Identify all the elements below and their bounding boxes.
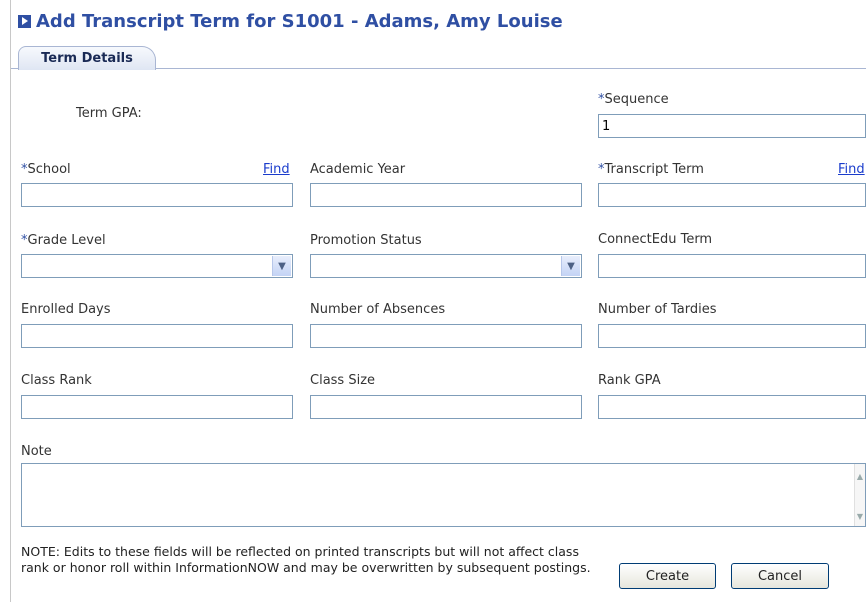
dialog-title: Add Transcript Term for S1001 - Adams, A…	[18, 8, 563, 34]
rank-gpa-input[interactable]	[598, 395, 866, 419]
school-label: *School	[21, 162, 71, 177]
transcript-term-find-link[interactable]: Find	[838, 162, 865, 177]
chevron-down-icon[interactable]: ▼	[561, 256, 580, 276]
school-find-link[interactable]: Find	[263, 162, 290, 177]
grade-level-label: *Grade Level	[21, 233, 106, 248]
create-button[interactable]: Create	[619, 563, 716, 589]
promotion-status-label: Promotion Status	[310, 233, 422, 248]
enrolled-days-input[interactable]	[21, 324, 293, 348]
note-scrollbar[interactable]: ▲ ▼	[854, 464, 865, 526]
connectedu-term-input[interactable]	[598, 254, 866, 278]
enrolled-days-label: Enrolled Days	[21, 302, 111, 317]
transcript-edit-note: NOTE: Edits to these fields will be refl…	[21, 544, 591, 575]
transcript-term-label: *Transcript Term	[598, 162, 704, 177]
grade-level-select[interactable]: ▼	[21, 254, 293, 278]
chevron-down-icon[interactable]: ▼	[272, 256, 291, 276]
window-left-border	[10, 0, 11, 602]
school-input[interactable]	[21, 183, 293, 207]
connectedu-term-label: ConnectEdu Term	[598, 232, 713, 247]
class-rank-input[interactable]	[21, 395, 293, 419]
scroll-up-icon[interactable]: ▲	[855, 470, 865, 482]
class-rank-label: Class Rank	[21, 373, 92, 388]
academic-year-label: Academic Year	[310, 162, 406, 177]
note-label: Note	[21, 444, 52, 459]
number-of-absences-label: Number of Absences	[310, 302, 446, 317]
dialog-title-text: Add Transcript Term for S1001 - Adams, A…	[36, 10, 563, 32]
rank-gpa-label: Rank GPA	[598, 373, 661, 388]
class-size-input[interactable]	[310, 395, 582, 419]
number-of-tardies-label: Number of Tardies	[598, 302, 717, 317]
tab-term-details[interactable]: Term Details	[18, 46, 156, 70]
sequence-input[interactable]	[598, 114, 866, 138]
promotion-status-select[interactable]: ▼	[310, 254, 582, 278]
number-of-absences-input[interactable]	[310, 324, 582, 348]
number-of-tardies-input[interactable]	[598, 324, 866, 348]
academic-year-input[interactable]	[310, 183, 582, 207]
collapse-arrow-icon[interactable]	[18, 14, 31, 28]
scroll-down-icon[interactable]: ▼	[855, 510, 865, 522]
sequence-label: *Sequence	[598, 92, 669, 107]
term-gpa-label: Term GPA:	[76, 106, 142, 121]
note-textarea[interactable]: ▲ ▼	[21, 463, 866, 527]
cancel-button[interactable]: Cancel	[731, 563, 829, 589]
transcript-term-input[interactable]	[598, 183, 866, 207]
class-size-label: Class Size	[310, 373, 376, 388]
